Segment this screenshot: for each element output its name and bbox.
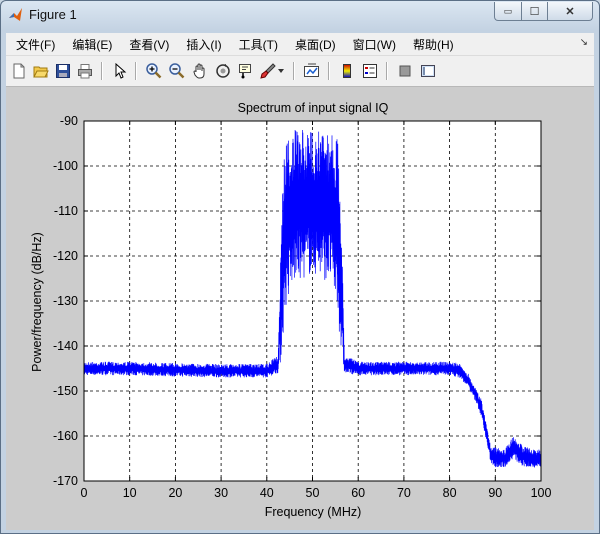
toolbar-separator <box>293 62 295 80</box>
print-icon[interactable] <box>75 61 95 81</box>
zoom-out-icon[interactable] <box>167 61 187 81</box>
brush-dropdown-icon[interactable] <box>276 61 286 81</box>
dock-arrow-icon[interactable]: ↘ <box>580 37 588 48</box>
close-button[interactable]: ✕ <box>548 2 593 21</box>
y-tick-label: -120 <box>53 249 78 263</box>
close-icon: ✕ <box>565 5 575 18</box>
open-file-icon[interactable] <box>31 61 51 81</box>
y-axis-label: Power/frequency (dB/Hz) <box>30 232 44 372</box>
figure-canvas: Spectrum of input signal IQ 0 10 20 30 40 50 6… <box>6 87 594 530</box>
x-tick-label: 60 <box>351 486 365 500</box>
pan-hand-icon[interactable] <box>190 61 210 81</box>
rotate-3d-icon[interactable] <box>213 61 233 81</box>
y-tick-label: -150 <box>53 384 78 398</box>
menu-insert[interactable]: 插入(I) <box>178 36 230 53</box>
menu-edit[interactable]: 编辑(E) <box>64 36 121 53</box>
x-tick-label: 70 <box>397 486 411 500</box>
save-icon[interactable] <box>53 61 73 81</box>
x-tick-label: 90 <box>488 486 502 500</box>
brush-icon[interactable] <box>258 61 278 81</box>
hide-plot-tools-icon[interactable] <box>395 61 415 81</box>
link-plot-icon[interactable] <box>302 61 322 81</box>
data-cursor-icon[interactable] <box>236 61 256 81</box>
toolbar-separator <box>135 62 137 80</box>
menu-desktop[interactable]: 桌面(D) <box>287 36 345 53</box>
x-tick-label: 20 <box>168 486 182 500</box>
x-tick-label: 10 <box>123 486 137 500</box>
toolbar-separator <box>101 62 103 80</box>
menu-tools[interactable]: 工具(T) <box>231 36 287 53</box>
x-axis-label: Frequency (MHz) <box>265 505 362 519</box>
x-tick-label: 0 <box>81 486 88 500</box>
y-tick-label: -100 <box>53 159 78 173</box>
x-tick-label: 80 <box>443 486 457 500</box>
menu-bar: 文件(F) 编辑(E) 查看(V) 插入(I) 工具(T) 桌面(D) 窗口(W… <box>6 33 594 56</box>
edit-plot-arrow-icon[interactable] <box>110 61 130 81</box>
y-tick-label: -110 <box>54 204 78 218</box>
matlab-logo-icon <box>9 8 22 21</box>
y-tick-label: -140 <box>53 339 78 353</box>
minimize-icon: ▭ <box>503 5 513 16</box>
window-controls: ▭ ☐ ✕ <box>494 2 593 21</box>
toolbar-separator <box>386 62 388 80</box>
y-tick-label: -130 <box>53 294 78 308</box>
new-figure-icon[interactable] <box>9 61 29 81</box>
menu-help[interactable]: 帮助(H) <box>405 36 463 53</box>
spectrum-chart[interactable]: Spectrum of input signal IQ 0 10 20 30 40 50 6… <box>6 87 594 530</box>
x-tick-label: 100 <box>531 486 552 500</box>
x-tick-label: 50 <box>306 486 320 500</box>
zoom-in-icon[interactable] <box>144 61 164 81</box>
window-title: Figure 1 <box>29 7 77 22</box>
x-tick-label: 40 <box>260 486 274 500</box>
maximize-icon: ☐ <box>529 5 540 18</box>
insert-colorbar-icon[interactable] <box>337 61 357 81</box>
minimize-button[interactable]: ▭ <box>494 2 522 21</box>
y-tick-label: -170 <box>53 474 78 488</box>
insert-legend-icon[interactable] <box>360 61 380 81</box>
x-tick-label: 30 <box>214 486 228 500</box>
figure-toolbar <box>6 56 594 87</box>
toolbar-separator <box>328 62 330 80</box>
menu-view[interactable]: 查看(V) <box>121 36 178 53</box>
maximize-button[interactable]: ☐ <box>522 2 548 21</box>
menu-window[interactable]: 窗口(W) <box>345 36 405 53</box>
chart-title: Spectrum of input signal IQ <box>238 101 389 115</box>
menu-file[interactable]: 文件(F) <box>6 36 64 53</box>
figure-window: Figure 1 ▭ ☐ ✕ 文件(F) 编辑(E) 查看(V) 插入(I) 工… <box>0 0 600 534</box>
title-bar[interactable]: Figure 1 ▭ ☐ ✕ <box>1 1 599 29</box>
show-plot-tools-icon[interactable] <box>418 61 438 81</box>
y-tick-label: -90 <box>60 114 78 128</box>
y-tick-label: -160 <box>53 429 78 443</box>
